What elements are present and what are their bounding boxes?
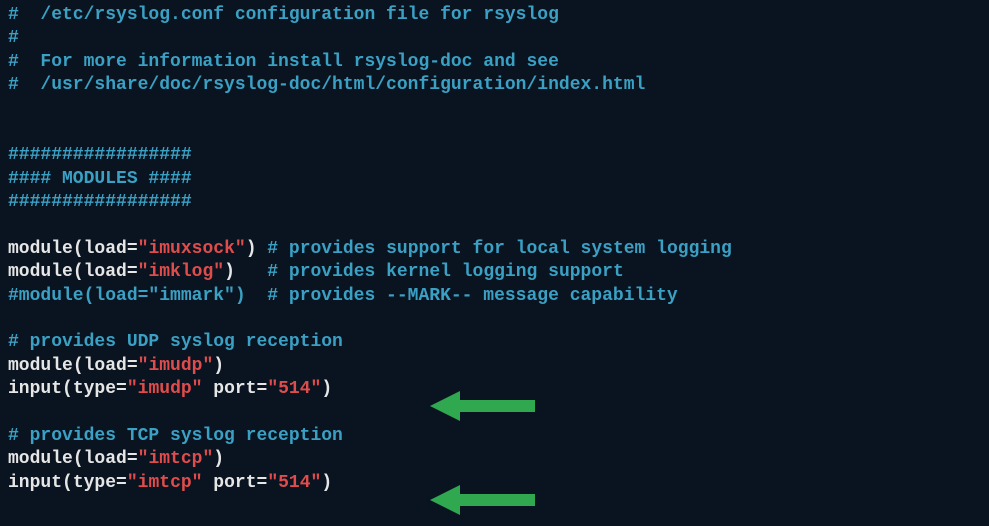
inline-comment: # provides support for local system logg… — [257, 239, 732, 259]
attr-name: load — [84, 262, 127, 282]
string-value: "imudp" — [138, 356, 214, 376]
inline-comment: # provides kernel logging support — [267, 262, 623, 282]
fn-name: input — [8, 379, 62, 399]
attr-name: load — [84, 356, 127, 376]
string-value: "imudp" — [127, 379, 203, 399]
string-value: "imtcp" — [127, 473, 203, 493]
section-header: ################# — [8, 191, 981, 214]
blank-line — [8, 308, 981, 331]
section-header: ################# — [8, 144, 981, 167]
string-value: "imklog" — [138, 262, 224, 282]
string-value: "514" — [267, 473, 321, 493]
module-line-imtcp: module(load="imtcp") — [8, 448, 981, 471]
comment-line: # /usr/share/doc/rsyslog-doc/html/config… — [8, 74, 981, 97]
fn-name: module — [8, 356, 73, 376]
string-value: "imtcp" — [138, 449, 214, 469]
commented-module-line: #module(load="immark") # provides --MARK… — [8, 285, 981, 308]
blank-line — [8, 98, 981, 121]
comment-line: # — [8, 27, 981, 50]
fn-name: module — [8, 239, 73, 259]
comment-line: # /etc/rsyslog.conf configuration file f… — [8, 4, 981, 27]
attr-name: type — [73, 379, 116, 399]
fn-name: module — [8, 262, 73, 282]
arrow-icon — [430, 388, 535, 424]
attr-name: port — [213, 379, 256, 399]
fn-name: input — [8, 473, 62, 493]
attr-name: load — [84, 449, 127, 469]
udp-header-comment: # provides UDP syslog reception — [8, 331, 981, 354]
module-line-imudp: module(load="imudp") — [8, 355, 981, 378]
tcp-header-comment: # provides TCP syslog reception — [8, 425, 981, 448]
attr-name: load — [84, 239, 127, 259]
string-value: "imuxsock" — [138, 239, 246, 259]
attr-name: port — [213, 473, 256, 493]
arrow-icon — [430, 482, 535, 518]
attr-name: type — [73, 473, 116, 493]
section-header: #### MODULES #### — [8, 168, 981, 191]
module-line-imklog: module(load="imklog") # provides kernel … — [8, 261, 981, 284]
blank-line — [8, 215, 981, 238]
module-line-imuxsock: module(load="imuxsock") # provides suppo… — [8, 238, 981, 261]
blank-line — [8, 121, 981, 144]
comment-line: # For more information install rsyslog-d… — [8, 51, 981, 74]
string-value: "514" — [267, 379, 321, 399]
fn-name: module — [8, 449, 73, 469]
